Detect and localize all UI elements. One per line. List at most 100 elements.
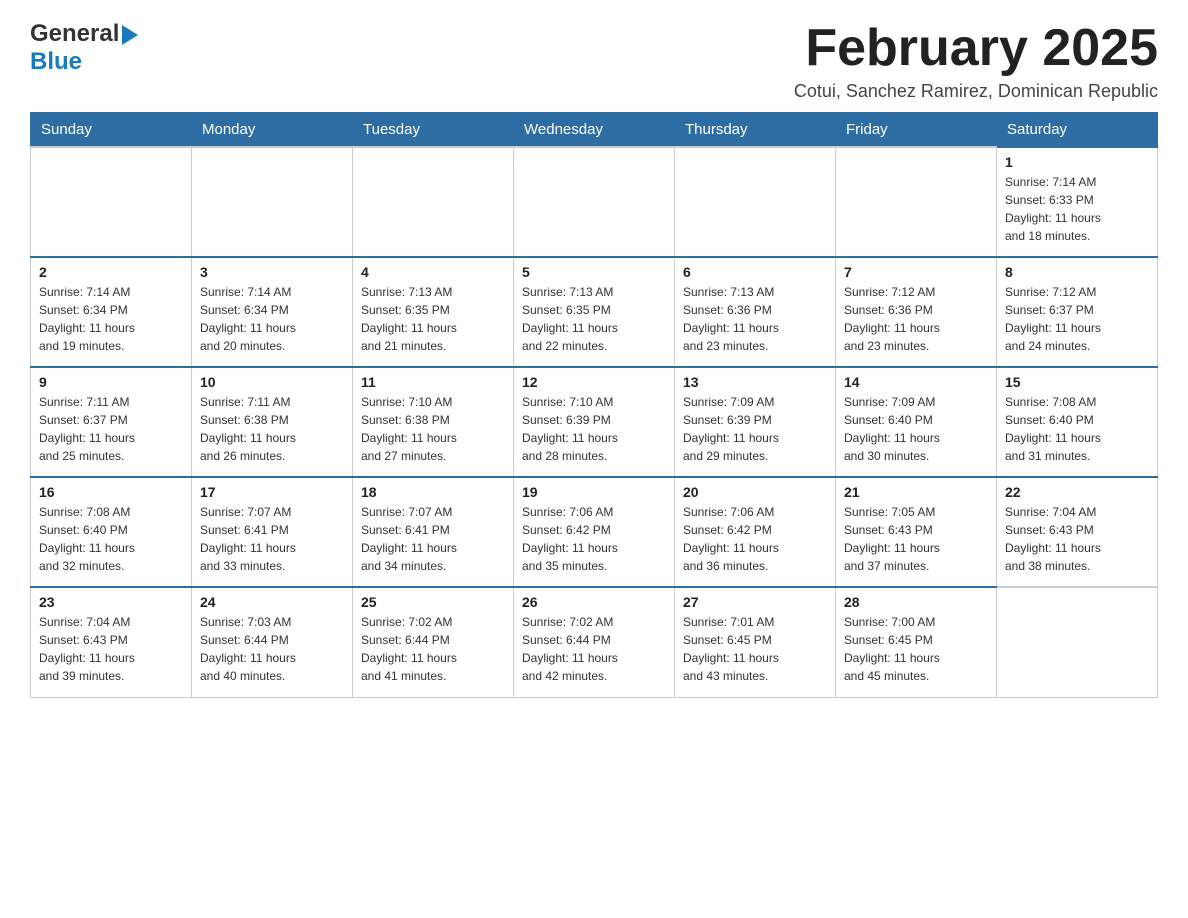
day-info: Sunrise: 7:05 AMSunset: 6:43 PMDaylight:… [844,503,988,575]
page-title: February 2025 [794,20,1158,77]
calendar-week-row: 16 Sunrise: 7:08 AMSunset: 6:40 PMDayligh… [31,477,1158,587]
day-number: 3 [200,264,344,280]
calendar-cell: 22 Sunrise: 7:04 AMSunset: 6:43 PMDayligh… [997,477,1158,587]
calendar-cell: 12 Sunrise: 7:10 AMSunset: 6:39 PMDayligh… [514,367,675,477]
calendar-cell: 14 Sunrise: 7:09 AMSunset: 6:40 PMDayligh… [836,367,997,477]
day-number: 6 [683,264,827,280]
logo: General Blue [30,20,138,76]
day-number: 16 [39,484,183,500]
day-info: Sunrise: 7:12 AMSunset: 6:37 PMDaylight:… [1005,283,1149,355]
day-number: 22 [1005,484,1149,500]
day-number: 21 [844,484,988,500]
day-number: 14 [844,374,988,390]
day-number: 13 [683,374,827,390]
calendar-cell: 3Sunrise: 7:14 AMSunset: 6:34 PMDaylight… [192,257,353,367]
day-info: Sunrise: 7:08 AMSunset: 6:40 PMDaylight:… [39,503,183,575]
calendar-header-wednesday: Wednesday [514,113,675,148]
day-number: 5 [522,264,666,280]
calendar-cell: 5 Sunrise: 7:13 AMSunset: 6:35 PMDaylight… [514,257,675,367]
calendar-cell: 4 Sunrise: 7:13 AMSunset: 6:35 PMDaylight… [353,257,514,367]
day-number: 10 [200,374,344,390]
title-area: February 2025 Cotui, Sanchez Ramirez, Do… [794,20,1158,102]
day-info: Sunrise: 7:09 AMSunset: 6:40 PMDaylight:… [844,393,988,465]
calendar-cell: 15 Sunrise: 7:08 AMSunset: 6:40 PMDayligh… [997,367,1158,477]
calendar-cell: 6 Sunrise: 7:13 AMSunset: 6:36 PMDaylight… [675,257,836,367]
calendar-cell [192,147,353,257]
day-info: Sunrise: 7:13 AMSunset: 6:35 PMDaylight:… [522,283,666,355]
day-number: 1 [1005,154,1149,170]
day-info: Sunrise: 7:04 AMSunset: 6:43 PMDaylight:… [1005,503,1149,575]
day-number: 28 [844,594,988,610]
day-info: Sunrise: 7:11 AMSunset: 6:38 PMDaylight:… [200,393,344,465]
calendar-cell: 8 Sunrise: 7:12 AMSunset: 6:37 PMDaylight… [997,257,1158,367]
day-info: Sunrise: 7:00 AMSunset: 6:45 PMDaylight:… [844,613,988,685]
day-number: 8 [1005,264,1149,280]
logo-arrow-icon [122,25,138,45]
calendar-cell: 28 Sunrise: 7:00 AMSunset: 6:45 PMDayligh… [836,587,997,697]
logo-blue-text: Blue [30,48,82,76]
calendar-header-thursday: Thursday [675,113,836,148]
calendar-cell: 25 Sunrise: 7:02 AMSunset: 6:44 PMDayligh… [353,587,514,697]
calendar-cell [997,587,1158,697]
day-info: Sunrise: 7:02 AMSunset: 6:44 PMDaylight:… [522,613,666,685]
day-info: Sunrise: 7:10 AMSunset: 6:39 PMDaylight:… [522,393,666,465]
day-info: Sunrise: 7:03 AMSunset: 6:44 PMDaylight:… [200,613,344,685]
page-subtitle: Cotui, Sanchez Ramirez, Dominican Republ… [794,81,1158,102]
day-number: 19 [522,484,666,500]
calendar-header-saturday: Saturday [997,113,1158,148]
day-number: 2 [39,264,183,280]
calendar-cell [31,147,192,257]
day-info: Sunrise: 7:12 AMSunset: 6:36 PMDaylight:… [844,283,988,355]
day-info: Sunrise: 7:14 AMSunset: 6:33 PMDaylight:… [1005,173,1149,245]
day-info: Sunrise: 7:02 AMSunset: 6:44 PMDaylight:… [361,613,505,685]
calendar-header-tuesday: Tuesday [353,113,514,148]
calendar-header-sunday: Sunday [31,113,192,148]
day-number: 24 [200,594,344,610]
day-number: 4 [361,264,505,280]
calendar-cell: 24 Sunrise: 7:03 AMSunset: 6:44 PMDayligh… [192,587,353,697]
header: General Blue February 2025 Cotui, Sanche… [30,20,1158,102]
calendar-cell: 20Sunrise: 7:06 AMSunset: 6:42 PMDayligh… [675,477,836,587]
calendar-cell: 16 Sunrise: 7:08 AMSunset: 6:40 PMDayligh… [31,477,192,587]
calendar-cell: 11Sunrise: 7:10 AMSunset: 6:38 PMDayligh… [353,367,514,477]
calendar-cell [836,147,997,257]
calendar-week-row: 2 Sunrise: 7:14 AMSunset: 6:34 PMDaylight… [31,257,1158,367]
day-info: Sunrise: 7:08 AMSunset: 6:40 PMDaylight:… [1005,393,1149,465]
day-info: Sunrise: 7:06 AMSunset: 6:42 PMDaylight:… [522,503,666,575]
day-info: Sunrise: 7:07 AMSunset: 6:41 PMDaylight:… [200,503,344,575]
day-info: Sunrise: 7:10 AMSunset: 6:38 PMDaylight:… [361,393,505,465]
calendar-cell: 10 Sunrise: 7:11 AMSunset: 6:38 PMDayligh… [192,367,353,477]
calendar-cell [675,147,836,257]
day-info: Sunrise: 7:04 AMSunset: 6:43 PMDaylight:… [39,613,183,685]
day-info: Sunrise: 7:13 AMSunset: 6:35 PMDaylight:… [361,283,505,355]
calendar-header-monday: Monday [192,113,353,148]
day-number: 12 [522,374,666,390]
calendar-cell: 1 Sunrise: 7:14 AMSunset: 6:33 PMDaylight… [997,147,1158,257]
calendar-cell: 2 Sunrise: 7:14 AMSunset: 6:34 PMDaylight… [31,257,192,367]
day-number: 17 [200,484,344,500]
day-info: Sunrise: 7:11 AMSunset: 6:37 PMDaylight:… [39,393,183,465]
day-number: 7 [844,264,988,280]
calendar-cell: 17 Sunrise: 7:07 AMSunset: 6:41 PMDayligh… [192,477,353,587]
day-number: 25 [361,594,505,610]
calendar-cell: 18Sunrise: 7:07 AMSunset: 6:41 PMDayligh… [353,477,514,587]
calendar-cell: 9Sunrise: 7:11 AMSunset: 6:37 PMDaylight… [31,367,192,477]
calendar-cell: 21 Sunrise: 7:05 AMSunset: 6:43 PMDayligh… [836,477,997,587]
calendar-cell: 26 Sunrise: 7:02 AMSunset: 6:44 PMDayligh… [514,587,675,697]
day-number: 20 [683,484,827,500]
day-info: Sunrise: 7:07 AMSunset: 6:41 PMDaylight:… [361,503,505,575]
day-info: Sunrise: 7:01 AMSunset: 6:45 PMDaylight:… [683,613,827,685]
calendar-cell: 27 Sunrise: 7:01 AMSunset: 6:45 PMDayligh… [675,587,836,697]
day-number: 15 [1005,374,1149,390]
calendar-cell [353,147,514,257]
day-info: Sunrise: 7:14 AMSunset: 6:34 PMDaylight:… [39,283,183,355]
calendar-cell: 13Sunrise: 7:09 AMSunset: 6:39 PMDayligh… [675,367,836,477]
day-number: 26 [522,594,666,610]
day-number: 27 [683,594,827,610]
day-info: Sunrise: 7:13 AMSunset: 6:36 PMDaylight:… [683,283,827,355]
calendar-cell: 19 Sunrise: 7:06 AMSunset: 6:42 PMDayligh… [514,477,675,587]
calendar-table: SundayMondayTuesdayWednesdayThursdayFrid… [30,112,1158,698]
calendar-cell [514,147,675,257]
day-number: 23 [39,594,183,610]
calendar-week-row: 23 Sunrise: 7:04 AMSunset: 6:43 PMDayligh… [31,587,1158,697]
